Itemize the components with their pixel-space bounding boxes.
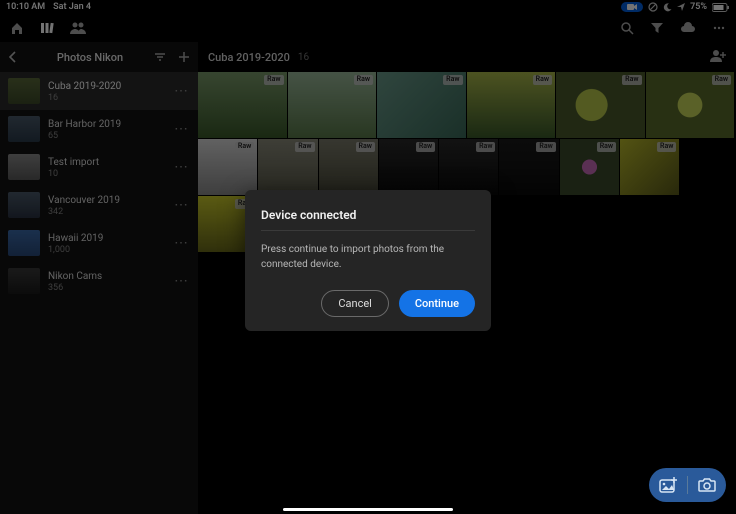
import-fab[interactable]: [649, 468, 726, 502]
fab-divider: [687, 476, 688, 494]
continue-button[interactable]: Continue: [399, 290, 475, 317]
home-indicator[interactable]: [283, 508, 453, 511]
dialog-title: Device connected: [261, 208, 475, 231]
add-photo-icon[interactable]: [659, 477, 677, 493]
device-connected-dialog: Device connected Press continue to impor…: [245, 190, 491, 331]
dialog-body: Press continue to import photos from the…: [261, 231, 475, 290]
cancel-button[interactable]: Cancel: [321, 290, 388, 317]
modal-overlay: Device connected Press continue to impor…: [0, 0, 736, 514]
camera-icon[interactable]: [698, 478, 716, 492]
